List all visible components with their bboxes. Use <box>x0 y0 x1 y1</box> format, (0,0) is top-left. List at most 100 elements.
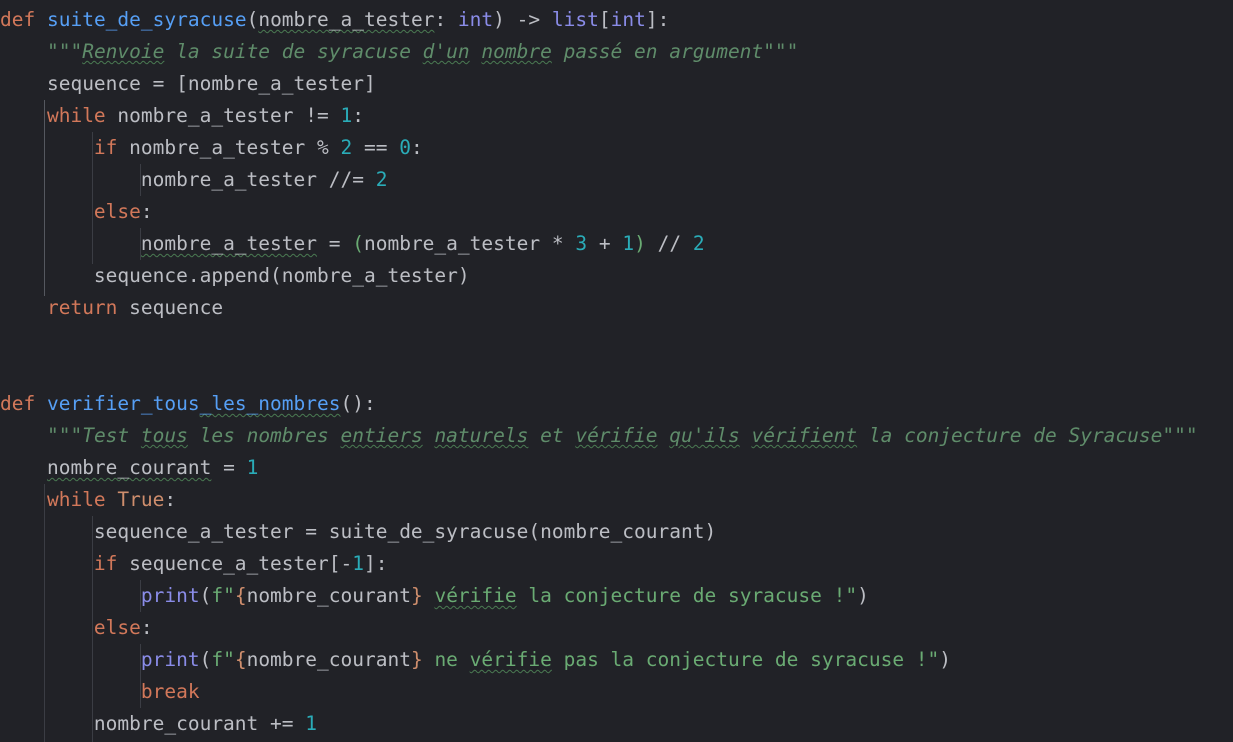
code-token-misspelled: vérifie <box>434 584 517 607</box>
code-token: ) <box>857 584 869 607</box>
code-token: """ <box>46 424 83 447</box>
code-token: la conjecture de syracuse !" <box>516 584 858 607</box>
code-line[interactable]: return sequence <box>0 292 1233 324</box>
code-line[interactable]: if sequence_a_tester[-1]: <box>0 548 1233 580</box>
code-line[interactable]: while True: <box>0 484 1233 516</box>
code-line[interactable]: break <box>0 676 1233 708</box>
code-token: != <box>305 104 329 127</box>
code-token: ) <box>493 8 505 31</box>
code-token-misspelled: qu'ils <box>669 424 740 447</box>
code-line[interactable]: else: <box>0 612 1233 644</box>
code-line[interactable]: sequence_a_tester = suite_de_syracuse(no… <box>0 516 1233 548</box>
code-token: : <box>410 136 423 159</box>
code-token: ] <box>363 72 376 95</box>
code-token: // <box>657 232 682 255</box>
code-token: } <box>410 648 423 671</box>
code-token: nombre_a_tester <box>105 104 306 127</box>
code-token: += <box>270 712 294 735</box>
code-token: sequence <box>93 264 188 287</box>
code-line[interactable]: print(f"{nombre_courant} ne vérifie pas … <box>0 644 1233 676</box>
code-token: = <box>140 72 177 95</box>
code-token: sequence <box>46 72 141 95</box>
code-token: % <box>317 136 329 159</box>
code-token: 1 <box>340 104 353 127</box>
code-line[interactable] <box>0 356 1233 388</box>
code-token: : <box>164 488 177 511</box>
code-token: ( <box>199 648 212 671</box>
code-line[interactable]: nombre_courant += 1 <box>0 708 1233 740</box>
code-token: : <box>140 200 153 223</box>
code-token-misspelled: Renvoie <box>82 40 165 63</box>
code-token: + <box>598 232 611 255</box>
code-line[interactable]: nombre_a_tester = (nombre_a_tester * 3 +… <box>0 228 1233 260</box>
code-line[interactable]: nombre_a_tester //= 2 <box>0 164 1233 196</box>
code-token: if <box>93 552 118 575</box>
code-line[interactable]: sequence = [nombre_a_tester] <box>0 68 1233 100</box>
code-token: else <box>93 200 141 223</box>
code-token: 2 <box>340 136 353 159</box>
code-line[interactable] <box>0 324 1233 356</box>
code-line[interactable]: if nombre_a_tester % 2 == 0: <box>0 132 1233 164</box>
code-token: def <box>0 392 36 415</box>
code-token: while <box>46 104 106 127</box>
code-token-misspelled: vérifient <box>751 424 858 447</box>
code-token: 2 <box>375 168 388 191</box>
code-token: list <box>551 8 599 31</box>
code-token: Test <box>82 424 141 447</box>
code-token: (): <box>340 392 376 415</box>
code-token: ]: <box>645 8 670 31</box>
code-token: [ <box>176 72 188 95</box>
code-token: nombre_a_tester <box>363 232 552 255</box>
code-editor[interactable]: def suite_de_syracuse(nombre_a_tester: i… <box>0 0 1233 742</box>
code-token: print <box>140 584 200 607</box>
code-token: ( <box>352 232 364 255</box>
code-token: passé en argument""" <box>551 40 799 63</box>
code-lines-container[interactable]: def suite_de_syracuse(nombre_a_tester: i… <box>0 0 1233 740</box>
code-token-misspelled: nombre_courant <box>46 456 212 479</box>
code-line[interactable]: """Renvoie la suite de syracuse d'un nom… <box>0 36 1233 68</box>
code-line[interactable]: nombre_courant = 1 <box>0 452 1233 484</box>
code-line[interactable]: def suite_de_syracuse(nombre_a_tester: i… <box>0 4 1233 36</box>
code-line[interactable]: print(f"{nombre_courant} vérifie la conj… <box>0 580 1233 612</box>
code-token: 1 <box>305 712 318 735</box>
code-token: nombre_a_tester <box>140 168 317 191</box>
code-token: { <box>234 648 247 671</box>
code-token: * <box>551 232 564 255</box>
code-line[interactable]: sequence.append(nombre_a_tester) <box>0 260 1233 292</box>
code-token: append <box>199 264 271 287</box>
code-line[interactable]: while nombre_a_tester != 1: <box>0 100 1233 132</box>
code-line[interactable]: else: <box>0 196 1233 228</box>
code-token: f" <box>211 648 235 671</box>
code-token: pas la conjecture de syracuse !" <box>551 648 940 671</box>
code-token-misspelled: nombre_a_tester <box>258 8 435 31</box>
code-token: = <box>211 456 247 479</box>
code-token-misspelled: entiers <box>340 424 423 447</box>
code-token-misspelled: tous <box>140 424 188 447</box>
code-line[interactable]: """Test tous les nombres entiers naturel… <box>0 420 1233 452</box>
code-token: nombre_courant <box>93 712 259 735</box>
code-token-misspelled: nombre <box>481 40 552 63</box>
code-token: 3 <box>575 232 588 255</box>
code-token: ( <box>270 264 282 287</box>
code-token: 2 <box>692 232 705 255</box>
code-line[interactable]: def verifier_tous_les_nombres(): <box>0 388 1233 420</box>
code-token: suite_de_syracuse <box>328 520 529 543</box>
code-token: ) <box>704 520 717 543</box>
code-token: ne <box>422 648 470 671</box>
